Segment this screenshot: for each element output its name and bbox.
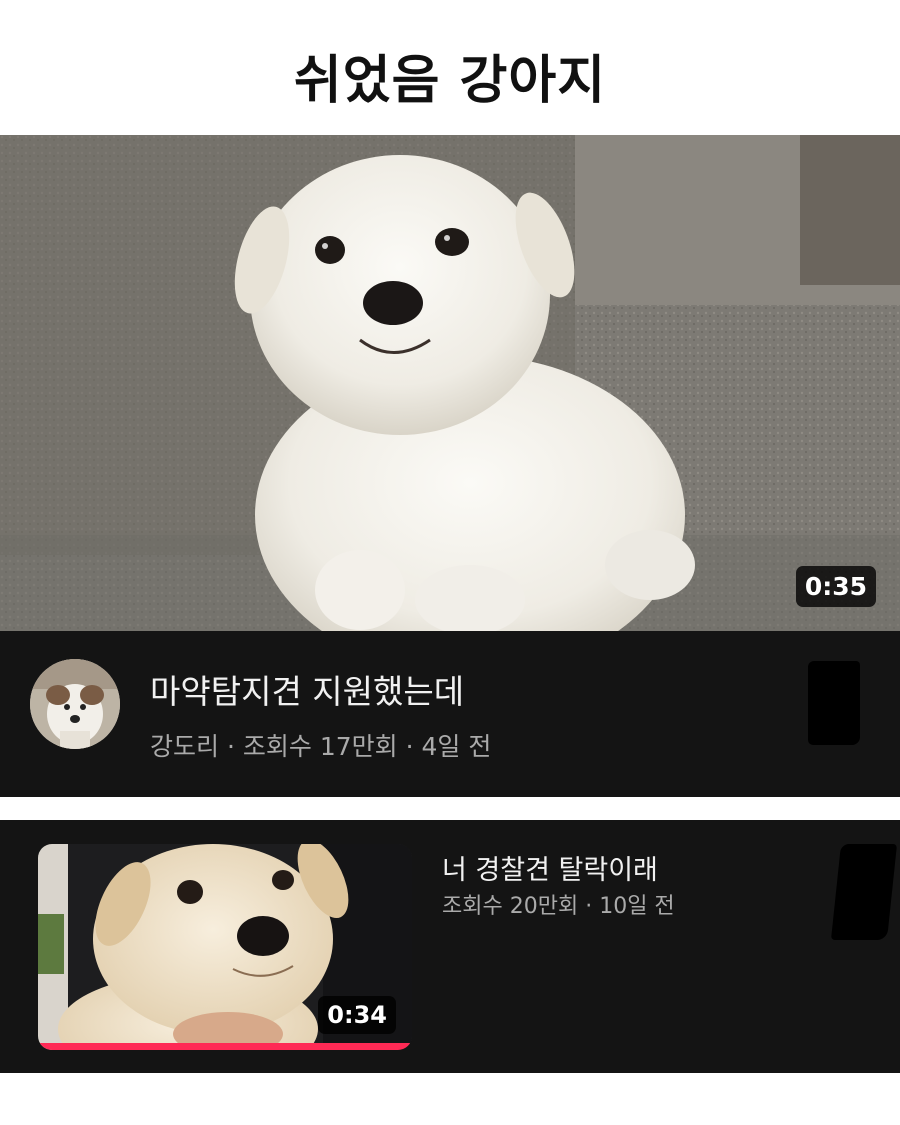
page-title: 쉬었음 강아지: [293, 51, 607, 111]
video-thumbnail[interactable]: 0:35: [0, 135, 900, 631]
video-card-2[interactable]: 0:34 너 경찰견 탈락이래 조회수 20만회 · 10일 전: [0, 820, 900, 1073]
puppy-avatar: [30, 659, 120, 749]
more-options-icon[interactable]: [830, 844, 898, 940]
white-puppy-thumbnail: [0, 135, 900, 631]
view-count: 조회수 17만회: [242, 732, 398, 761]
duration-badge: 0:34: [318, 996, 396, 1034]
upload-age: 10일 전: [599, 894, 675, 919]
video-title[interactable]: 너 경찰견 탈락이래: [442, 848, 658, 887]
upload-age: 4일 전: [421, 732, 492, 761]
video-meta: 마약탐지견 지원했는데 강도리 · 조회수 17만회 · 4일 전: [0, 631, 900, 797]
duration-badge: 0:35: [795, 566, 876, 607]
meta-separator: ·: [405, 732, 414, 761]
meta-separator: ·: [585, 894, 593, 919]
channel-avatar[interactable]: [30, 659, 120, 749]
video-thumbnail[interactable]: 0:34: [38, 844, 412, 1050]
watch-progress-bar: [38, 1043, 412, 1050]
more-options-icon[interactable]: [808, 661, 860, 745]
video-subtitle: 조회수 20만회 · 10일 전: [442, 888, 675, 920]
view-count: 조회수 20만회: [442, 894, 579, 919]
channel-name[interactable]: 강도리: [150, 732, 219, 761]
video-title[interactable]: 마약탐지견 지원했는데: [150, 665, 464, 713]
video-subtitle: 강도리 · 조회수 17만회 · 4일 전: [150, 727, 491, 763]
meta-separator: ·: [226, 732, 235, 761]
video-card-1[interactable]: 0:35 마약탐지견 지원했는데 강도리 · 조회수 17만회 · 4일 전: [0, 135, 900, 797]
